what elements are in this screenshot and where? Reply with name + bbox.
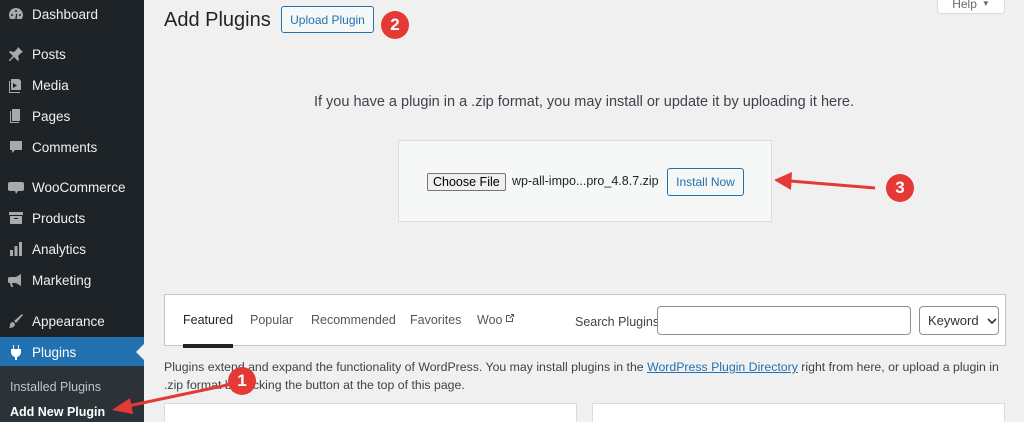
admin-sidebar: Dashboard Posts Media Pages Comments Woo… [0,0,144,422]
sidebar-item-label: Posts [32,46,66,62]
submenu-item-add-new-plugin[interactable]: Add New Plugin [10,405,105,419]
tab-recommended[interactable]: Recommended [311,313,396,327]
external-link-icon [506,314,515,322]
search-type-select[interactable]: Keyword [919,306,999,335]
sidebar-item-products[interactable]: Products [0,203,144,233]
sidebar-item-dashboard[interactable]: Dashboard [0,0,144,29]
plugins-description: Plugins extend and expand the functional… [164,358,1004,394]
sidebar-item-appearance[interactable]: Appearance [0,306,144,336]
sidebar-item-label: Media [32,77,69,93]
brush-icon [8,313,24,329]
plugin-directory-link[interactable]: WordPress Plugin Directory [647,360,798,374]
search-type-value: Keyword [928,313,979,328]
sidebar-item-media[interactable]: Media [0,70,144,100]
sidebar-item-plugins[interactable]: Plugins [0,337,144,367]
media-icon [8,77,24,93]
tab-popular[interactable]: Popular [250,313,293,327]
tab-woo-label: Woo [477,313,503,327]
sidebar-item-posts[interactable]: Posts [0,39,144,69]
plugin-card [592,403,1005,422]
sidebar-item-comments[interactable]: Comments [0,132,144,162]
annotation-badge-1: 1 [228,367,256,395]
plug-icon [8,344,24,360]
bar-chart-icon [8,241,24,257]
comment-icon [8,139,24,155]
sidebar-item-label: Products [32,210,86,226]
choose-file-button[interactable]: Choose File [427,173,506,191]
install-now-button[interactable]: Install Now [667,168,744,196]
tab-woo[interactable]: Woo [477,313,515,327]
search-plugins-input[interactable] [657,306,911,335]
upload-form: Choose File wp-all-impo...pro_4.8.7.zip … [398,140,772,222]
plugins-submenu: Installed Plugins Add New Plugin [0,366,144,422]
sidebar-item-label: Plugins [32,344,77,360]
sidebar-item-label: Comments [32,139,98,155]
page-title: Add Plugins [164,9,271,31]
woo-icon [8,179,24,195]
sidebar-item-woocommerce[interactable]: WooCommerce [0,172,144,202]
megaphone-icon [8,272,24,288]
help-tab-button[interactable]: Help ▼ [937,0,1005,14]
help-label: Help [952,0,977,11]
pushpin-icon [8,46,24,62]
submenu-item-installed-plugins[interactable]: Installed Plugins [10,380,101,394]
tab-favorites[interactable]: Favorites [410,313,461,327]
dashboard-icon [8,6,24,22]
annotation-badge-2: 2 [381,11,409,39]
sidebar-item-label: Marketing [32,272,92,288]
search-plugins-label: Search Plugins [575,315,660,329]
upload-plugin-button[interactable]: Upload Plugin [281,6,374,33]
sidebar-item-label: Appearance [32,313,105,329]
upload-instructions: If you have a plugin in a .zip format, y… [313,94,855,110]
plugin-card [164,403,577,422]
annotation-arrow-3 [774,172,876,190]
archive-icon [8,210,24,226]
sidebar-item-label: Pages [32,108,71,124]
annotation-badge-3: 3 [886,174,914,202]
sidebar-item-pages[interactable]: Pages [0,101,144,131]
selected-file-name: wp-all-impo...pro_4.8.7.zip [512,174,659,188]
caret-down-icon: ▼ [981,0,990,8]
sidebar-item-analytics[interactable]: Analytics [0,234,144,264]
sidebar-item-label: WooCommerce [32,179,126,195]
pages-icon [8,108,24,124]
sidebar-item-label: Analytics [32,241,87,257]
sidebar-item-marketing[interactable]: Marketing [0,265,144,295]
tab-featured[interactable]: Featured [183,313,234,348]
plugin-filter-bar: Featured Popular Recommended Favorites W… [164,294,1006,348]
sidebar-item-label: Dashboard [32,6,99,22]
chevron-down-icon [987,317,997,324]
